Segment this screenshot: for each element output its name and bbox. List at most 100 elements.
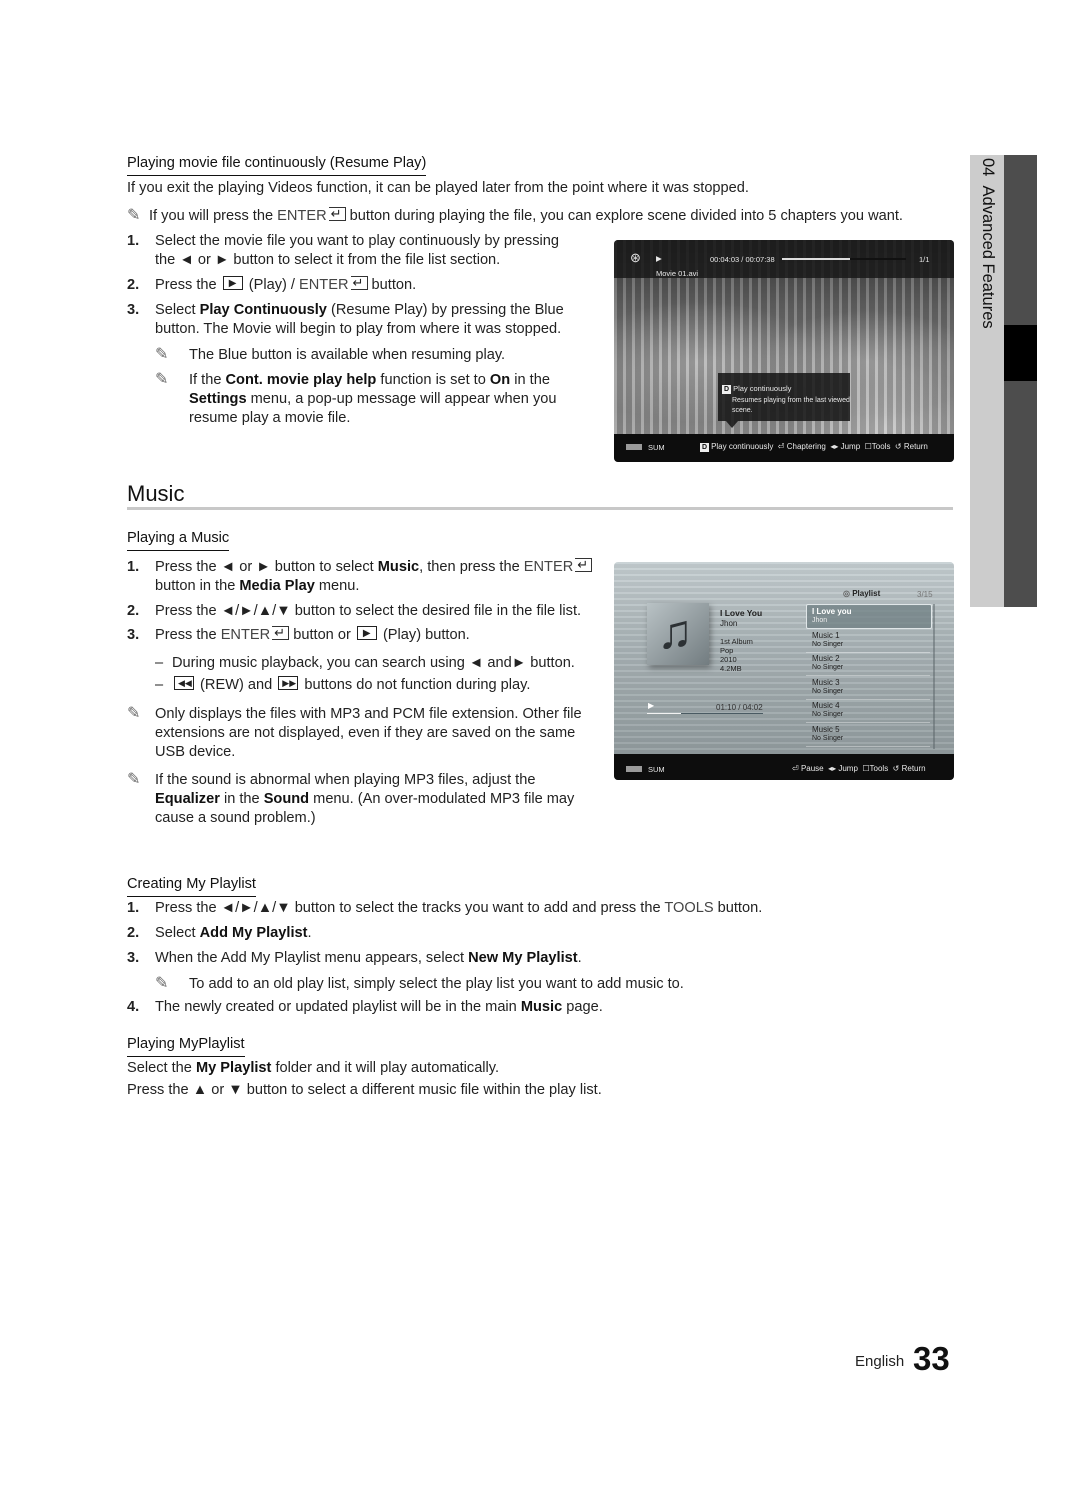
page-language: English xyxy=(855,1353,905,1370)
playlist-item[interactable]: Music 3 No Singer xyxy=(812,678,843,696)
play-continuously-button[interactable]: D Play continuously xyxy=(700,442,773,452)
music-note-icon: ♫ xyxy=(657,606,693,659)
film-reel-icon: ⊛ xyxy=(630,250,641,265)
now-playing-year: 2010 xyxy=(720,655,737,664)
playlist-item[interactable]: Music 2 No Singer xyxy=(812,654,843,672)
rewind-key-icon: ◀◀ xyxy=(174,676,194,690)
chapter-side-bar-marker xyxy=(1004,325,1037,381)
playlist-item-title: I Love you xyxy=(812,607,852,616)
playlist-item-title: Music 2 xyxy=(812,654,840,663)
note-pencil-icon: ✎ xyxy=(155,975,169,992)
chapter-side-label: 04 Advanced Features xyxy=(978,158,997,329)
playing-music-heading-wrap: Playing a Music xyxy=(127,529,230,551)
music-controls: ⏎ Pause ◂▸ Jump ☐Tools ↺ Return xyxy=(792,764,926,773)
music-progress-track[interactable] xyxy=(647,713,763,714)
enter-icon: ⏎ xyxy=(792,764,799,773)
section-divider xyxy=(127,507,953,510)
playlist-item-title: Music 4 xyxy=(812,701,840,710)
music-note-2: ✎ If the sound is abnormal when playing M… xyxy=(127,771,575,826)
playlist-disc-icon: ◎ xyxy=(843,589,850,598)
resume-note-1: ✎ The Blue button is available when resum… xyxy=(155,346,506,363)
movie-progress-track[interactable] xyxy=(782,258,906,260)
music-play-icon: ▶ xyxy=(648,701,655,710)
playlist-count: 3/15 xyxy=(917,590,933,599)
playlist-item-artist: No Singer xyxy=(812,664,844,671)
album-art: ♫ xyxy=(647,603,709,665)
return-icon: ↺ xyxy=(894,442,902,451)
tools-button[interactable]: ☐Tools xyxy=(865,442,891,451)
playlist-item-artist: No Singer xyxy=(812,734,844,742)
playing-playlist-heading-wrap: Playing MyPlaylist xyxy=(127,1035,245,1057)
music-usb-device: SUM xyxy=(626,765,665,774)
movie-time: 00:04:03 / 00:07:38 xyxy=(710,255,775,264)
playing-playlist-heading: Playing MyPlaylist xyxy=(127,1035,245,1057)
music-progress-fill xyxy=(647,713,681,714)
creating-note: ✎ To add to an old play list, simply sele… xyxy=(155,975,684,992)
creating-heading-wrap: Creating My Playlist xyxy=(127,875,256,897)
note-pencil-icon: ✎ xyxy=(155,371,169,388)
left-right-icon: ◂▸ xyxy=(830,442,839,451)
chapter-title: Advanced Features xyxy=(979,185,997,329)
playlist-item-title: Music 1 xyxy=(812,630,840,640)
playlist-header: ◎ Playlist xyxy=(843,589,881,598)
now-playing-size: 4.2MB xyxy=(720,664,742,673)
playlist-divider xyxy=(806,745,930,747)
jump-button[interactable]: ◂▸ Jump xyxy=(830,442,860,451)
play-key-icon: ▶ xyxy=(222,276,243,290)
return-button[interactable]: ↺ Return xyxy=(895,442,928,451)
fast-forward-key-icon: ▶▶ xyxy=(278,676,299,690)
playlist-item-artist: No Singer xyxy=(812,687,844,695)
jump-button[interactable]: ◂▸ Jump xyxy=(828,764,858,773)
d-key-icon: D xyxy=(700,443,710,452)
note-pencil-icon: ✎ xyxy=(155,346,169,363)
movie-counter: 1/1 xyxy=(919,255,930,264)
playlist-item[interactable]: Music 4 No Singer xyxy=(812,701,843,719)
now-playing-album: 1st Album xyxy=(720,637,753,646)
music-player-screenshot xyxy=(614,562,954,780)
d-key-icon: D xyxy=(722,385,732,394)
playlist-item[interactable]: Music 5 No Singer xyxy=(812,725,843,743)
music-time: 01:10 / 04:02 xyxy=(716,703,763,712)
music-note-1: ✎ Only displays the files with MP3 and PC… xyxy=(127,705,582,760)
music-dash-2: – ◀◀ (REW) and ▶▶ buttons do not function… xyxy=(155,676,531,693)
playlist-item-title: Music 5 xyxy=(812,724,840,734)
left-right-icon: ◂▸ xyxy=(828,764,837,773)
resume-heading-wrap: Playing movie file continuously (Resume … xyxy=(127,154,427,176)
enter-icon xyxy=(575,555,593,574)
resume-note: ✎If you will press the ENTER button duri… xyxy=(127,204,903,226)
now-playing-artist: Jhon xyxy=(720,619,738,628)
resume-heading: Playing movie file continuously (Resume … xyxy=(127,154,427,176)
popup-line-1: Resumes playing from the last viewed xyxy=(732,397,850,404)
playlist-divider xyxy=(806,651,930,653)
playlist-divider xyxy=(806,722,930,723)
now-playing-title: I Love You xyxy=(720,608,763,618)
popup-title: D Play continuously xyxy=(722,384,792,394)
tools-button[interactable]: ☐Tools xyxy=(862,764,888,773)
playlist-scrollbar[interactable] xyxy=(933,604,935,749)
enter-icon xyxy=(350,273,368,292)
page-number: 33 xyxy=(913,1340,950,1377)
note-pencil-icon: ✎ xyxy=(127,207,141,224)
enter-icon xyxy=(272,623,290,642)
movie-usb-device: SUM xyxy=(626,443,665,452)
note-pencil-icon: ✎ xyxy=(127,705,141,722)
return-button[interactable]: ↺ Return xyxy=(893,764,926,773)
usb-icon xyxy=(626,766,642,772)
tools-icon: ☐ xyxy=(862,764,870,773)
playlist-item[interactable]: Music 1 No Singer xyxy=(812,631,843,649)
playlist-item-artist: Jhon xyxy=(812,617,828,624)
pause-button[interactable]: ⏎ Pause xyxy=(792,764,824,773)
now-playing-genre: Pop xyxy=(720,646,734,655)
resume-intro: If you exit the playing Videos function,… xyxy=(127,180,749,196)
playlist-item[interactable]: I Love you Jhon xyxy=(812,607,852,625)
resume-note-2: ✎ If the Cont. movie play help function i… xyxy=(155,371,557,426)
playing-playlist-line-1: Select the My Playlist folder and it wil… xyxy=(127,1060,500,1076)
popup-line-2: scene. xyxy=(732,407,753,414)
playlist-divider xyxy=(806,698,930,700)
usb-icon xyxy=(626,444,642,450)
movie-filename: Movie 01.avi xyxy=(656,269,699,278)
chaptering-button[interactable]: ⏎ Chaptering xyxy=(778,442,826,451)
playing-playlist-line-2: Press the ▲ or ▼ button to select a diff… xyxy=(127,1082,602,1098)
play-status-icon: ▶ xyxy=(656,254,662,263)
movie-progress-fill xyxy=(782,258,851,260)
